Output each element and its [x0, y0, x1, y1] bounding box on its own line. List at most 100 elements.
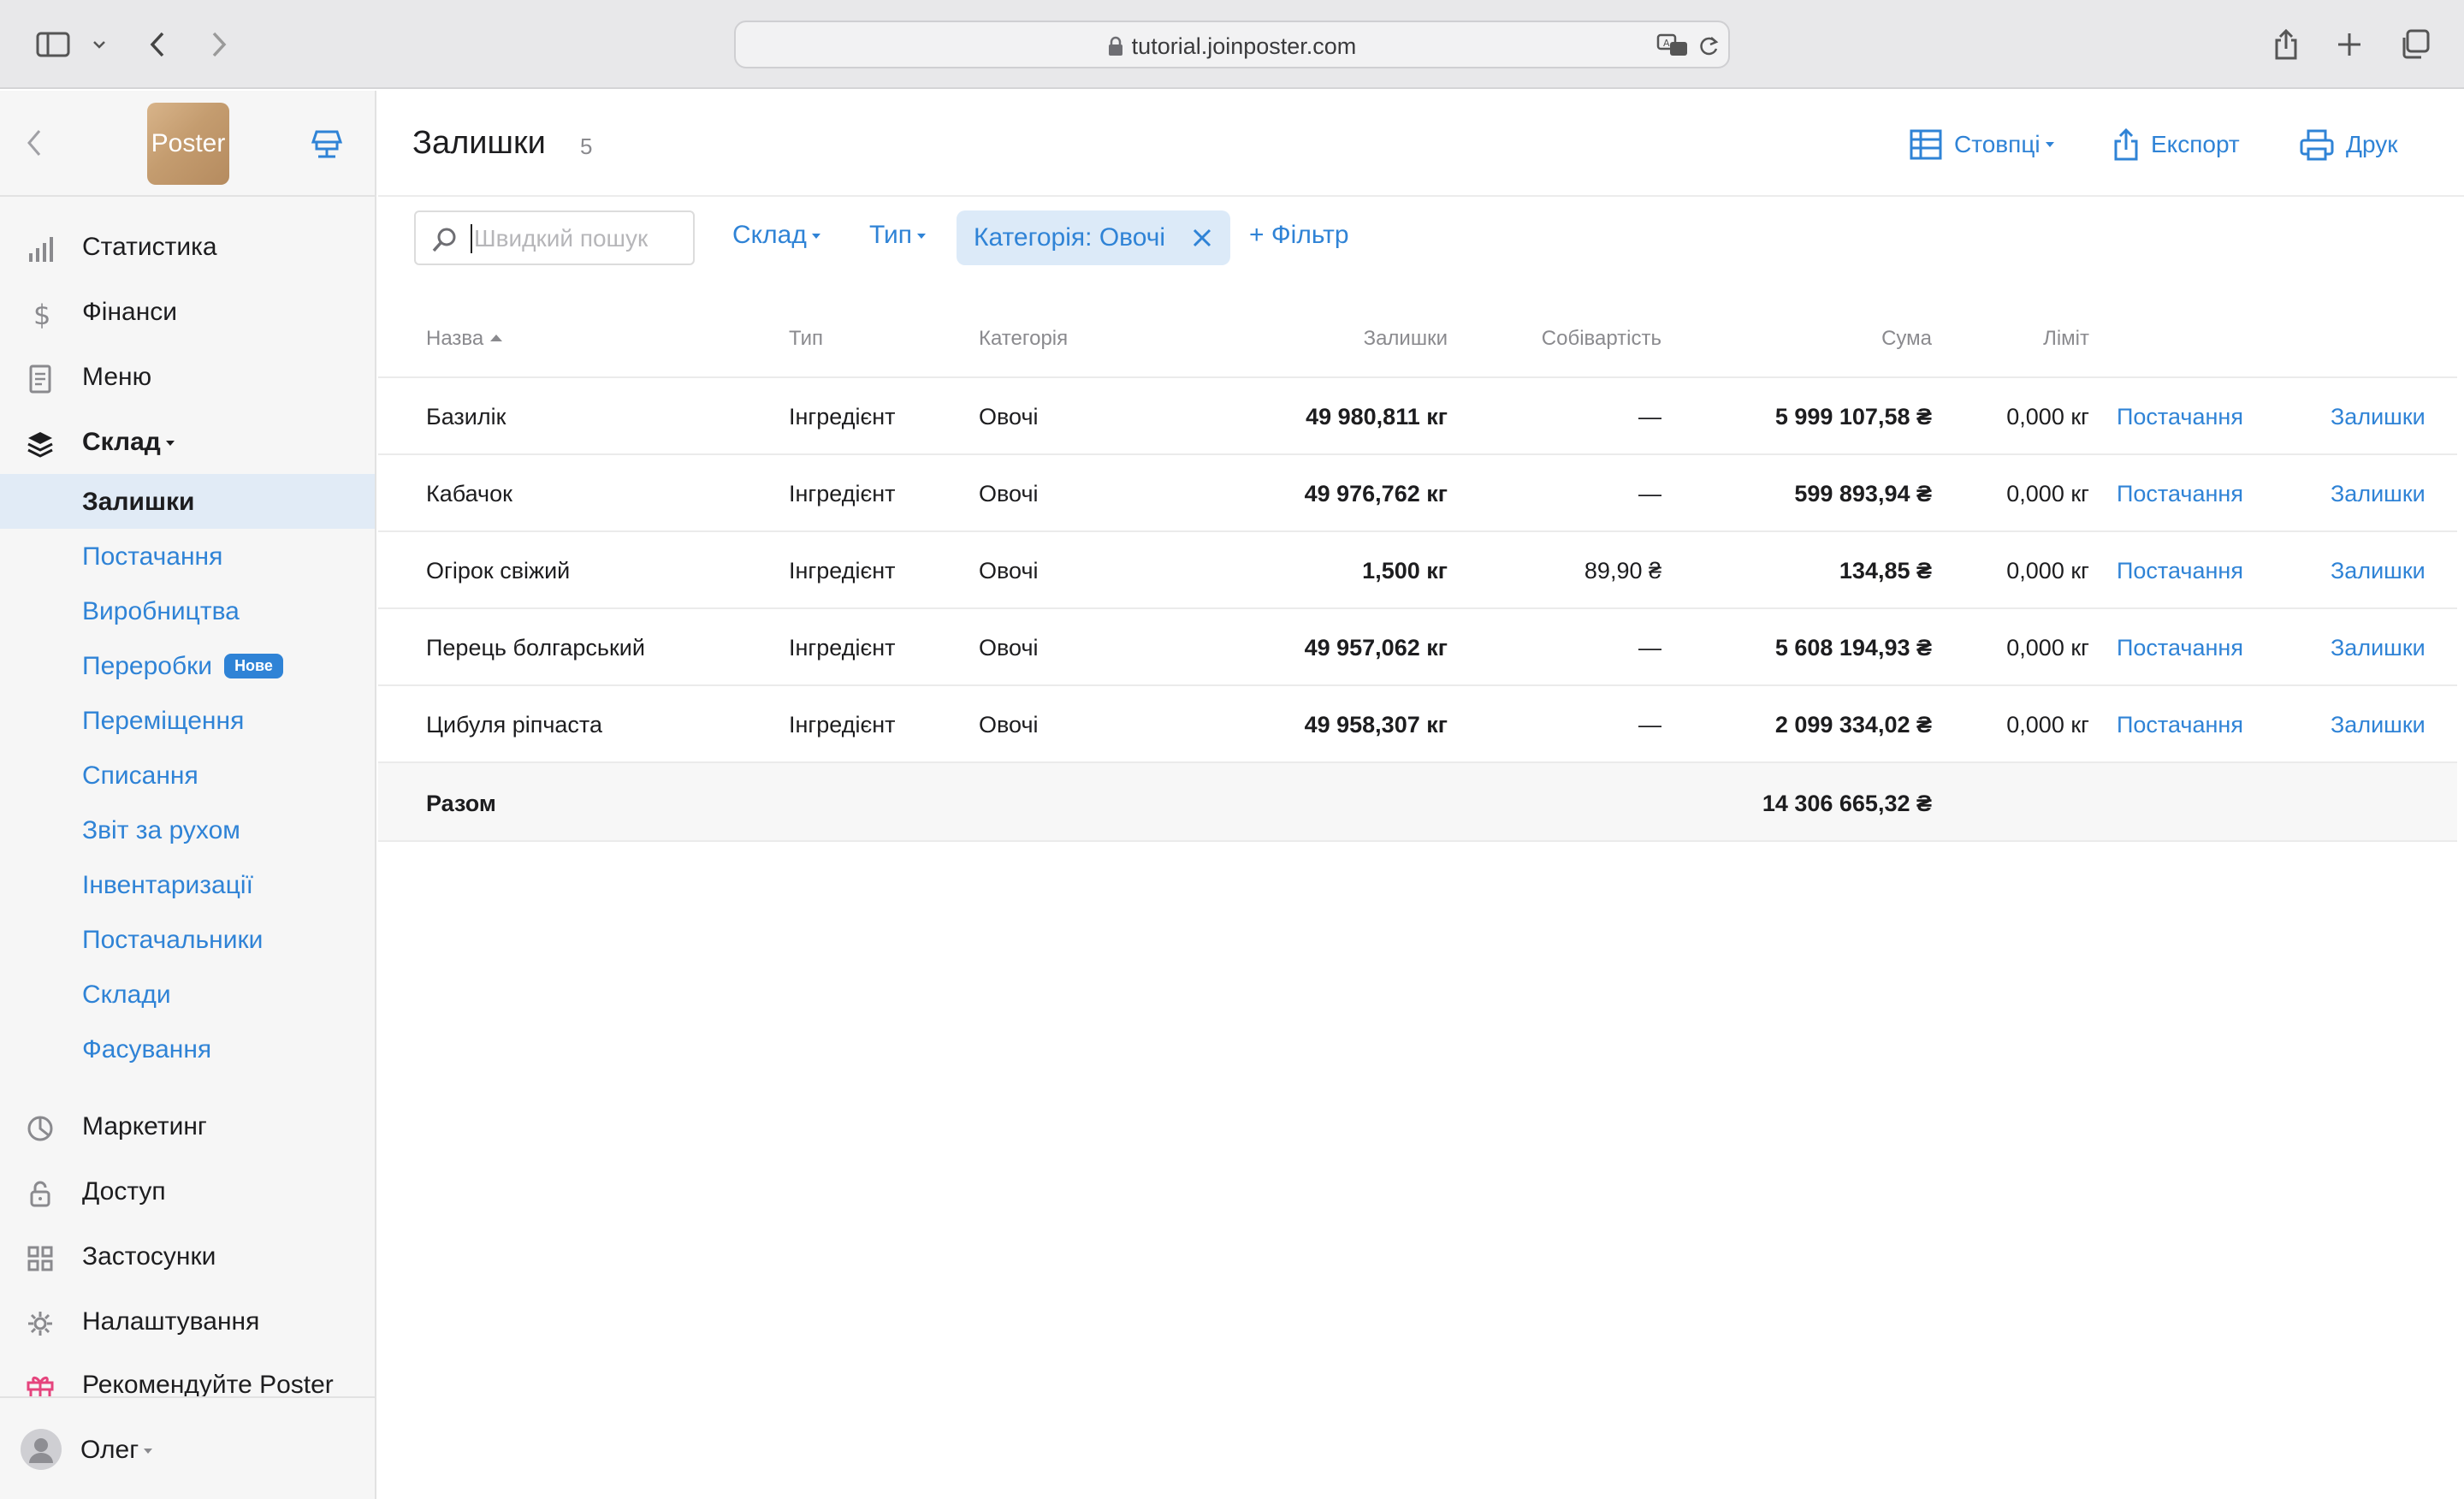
collapse-sidebar-icon[interactable]	[26, 128, 43, 157]
cell-stock: 1,500 кг	[1362, 558, 1448, 584]
sidebar-item-menu[interactable]: Меню	[0, 347, 375, 407]
column-header-category[interactable]: Категорія	[979, 327, 1068, 351]
warehouse-filter-dropdown[interactable]: Склад	[732, 221, 820, 250]
sidebar-subitem-supplies[interactable]: Постачання	[0, 529, 375, 584]
translate-icon[interactable]: A	[1656, 33, 1691, 57]
sidebar-subitem-label: Фасування	[82, 1035, 212, 1064]
sidebar-item-marketing[interactable]: Маркетинг	[0, 1097, 375, 1157]
table-columns-icon	[1910, 129, 1954, 160]
column-header-limit[interactable]: Ліміт	[1918, 327, 2089, 351]
sidebar-subitem-suppliers[interactable]: Постачальники	[0, 912, 375, 967]
cell-sum: 599 893,94 ₴	[1794, 481, 1932, 507]
table-row[interactable]: Базилік Інгредієнт Овочі 49 980,811 кг —…	[378, 378, 2457, 455]
table-row[interactable]: Огірок свіжий Інгредієнт Овочі 1,500 кг …	[378, 532, 2457, 609]
table-row[interactable]: Перець болгарський Інгредієнт Овочі 49 9…	[378, 609, 2457, 686]
lock-icon	[1108, 36, 1123, 56]
add-filter-button[interactable]: + Фільтр	[1249, 221, 1349, 250]
category-filter-chip[interactable]: Категорія: Овочі	[957, 210, 1230, 265]
pos-terminal-icon[interactable]	[310, 128, 344, 159]
total-sum: 14 306 665,32 ₴	[1762, 791, 1932, 816]
stock-link[interactable]: Залишки	[2331, 635, 2426, 661]
table-row[interactable]: Кабачок Інгредієнт Овочі 49 976,762 кг —…	[378, 455, 2457, 532]
sidebar-subitem-packing[interactable]: Фасування	[0, 1022, 375, 1076]
search-box[interactable]	[414, 210, 695, 265]
sidebar-subitem-processing[interactable]: Переробки Нове	[0, 638, 375, 693]
sidebar-subitem-writeoffs[interactable]: Списання	[0, 748, 375, 803]
new-tab-icon[interactable]	[2334, 26, 2365, 63]
column-header-type[interactable]: Тип	[789, 327, 823, 351]
sidebar-subitem-label: Звіт за рухом	[82, 816, 240, 844]
stock-link[interactable]: Залишки	[2331, 712, 2426, 738]
cell-type: Інгредієнт	[789, 635, 896, 661]
sidebar-item-statistics[interactable]: Статистика	[0, 217, 375, 277]
supplies-link[interactable]: Постачання	[2117, 635, 2243, 661]
sidebar-subitem-productions[interactable]: Виробництва	[0, 584, 375, 638]
lock-icon	[26, 1179, 55, 1208]
sidebar-item-label: Налаштування	[82, 1307, 260, 1336]
sidebar-item-settings[interactable]: Налаштування	[0, 1292, 375, 1352]
share-icon[interactable]	[2271, 26, 2301, 63]
avatar	[21, 1429, 62, 1470]
sidebar-item-label: Доступ	[82, 1177, 166, 1206]
address-bar[interactable]: tutorial.joinposter.com A	[734, 21, 1730, 68]
chevron-down-icon[interactable]	[89, 26, 110, 63]
cell-category: Овочі	[979, 712, 1039, 738]
sidebar-subitem-label: Інвентаризації	[82, 871, 253, 899]
main-content: Залишки 5 Стовпці Експорт Друк Скла	[378, 91, 2464, 1499]
supplies-link[interactable]: Постачання	[2117, 404, 2243, 430]
sidebar-toggle-icon[interactable]	[33, 26, 74, 63]
column-header-stock[interactable]: Залишки	[1319, 327, 1448, 351]
printer-icon	[2300, 128, 2346, 161]
cell-stock: 49 957,062 кг	[1304, 635, 1448, 661]
stock-link[interactable]: Залишки	[2331, 404, 2426, 430]
sidebar-subitem-warehouses[interactable]: Склади	[0, 967, 375, 1022]
cell-stock: 49 958,307 кг	[1304, 712, 1448, 738]
stock-link[interactable]: Залишки	[2331, 481, 2426, 507]
back-icon[interactable]	[144, 26, 171, 63]
sidebar-item-warehouse[interactable]: Склад	[0, 412, 375, 472]
sidebar-subitem-stock[interactable]: Залишки	[0, 474, 375, 529]
sidebar-subitem-label: Склади	[82, 981, 171, 1009]
search-icon	[431, 226, 459, 253]
tabs-overview-icon[interactable]	[2397, 26, 2431, 63]
total-label: Разом	[426, 791, 496, 816]
new-badge: Нове	[224, 654, 283, 678]
column-header-sum[interactable]: Сума	[1761, 327, 1932, 351]
sidebar-subitem-label: Постачальники	[82, 926, 264, 954]
poster-logo[interactable]: Poster	[147, 103, 229, 185]
sidebar-subitem-inventories[interactable]: Інвентаризації	[0, 857, 375, 912]
sidebar-item-label: Склад	[82, 428, 175, 457]
sidebar-header: Poster	[0, 91, 375, 197]
search-input[interactable]	[474, 224, 688, 253]
page-title: Залишки	[412, 125, 546, 161]
sidebar-item-access[interactable]: Доступ	[0, 1162, 375, 1222]
forward-icon[interactable]	[205, 26, 233, 63]
cell-category: Овочі	[979, 635, 1039, 661]
sidebar-subitem-movement-report[interactable]: Звіт за рухом	[0, 803, 375, 857]
caret-down-icon	[2045, 142, 2054, 147]
stock-link[interactable]: Залишки	[2331, 558, 2426, 584]
sidebar-item-finance[interactable]: $ Фінанси	[0, 282, 375, 342]
sidebar-item-apps[interactable]: Застосунки	[0, 1227, 375, 1287]
close-icon[interactable]	[1191, 227, 1213, 249]
column-header-name[interactable]: Назва	[426, 327, 503, 351]
export-button[interactable]: Експорт	[2113, 125, 2240, 164]
sidebar-item-label: Маркетинг	[82, 1112, 207, 1141]
sidebar-subitem-transfers[interactable]: Переміщення	[0, 693, 375, 748]
table-row[interactable]: Цибуля ріпчаста Інгредієнт Овочі 49 958,…	[378, 686, 2457, 763]
columns-button[interactable]: Стовпці	[1910, 125, 2054, 164]
supplies-link[interactable]: Постачання	[2117, 558, 2243, 584]
type-filter-dropdown[interactable]: Тип	[869, 221, 927, 250]
supplies-link[interactable]: Постачання	[2117, 712, 2243, 738]
browser-toolbar: tutorial.joinposter.com A	[0, 0, 2464, 89]
user-menu[interactable]: Олег	[0, 1396, 375, 1499]
reload-icon[interactable]	[1697, 34, 1720, 58]
sidebar-item-label: Фінанси	[82, 298, 178, 326]
caret-down-icon	[144, 1449, 153, 1454]
table-total-row: Разом 14 306 665,32 ₴	[378, 763, 2457, 842]
column-header-cost[interactable]: Собівартість	[1490, 327, 1661, 351]
sidebar-subitem-label: Списання	[82, 761, 198, 790]
supplies-link[interactable]: Постачання	[2117, 481, 2243, 507]
print-button[interactable]: Друк	[2300, 125, 2397, 164]
sidebar-subitem-label: Залишки	[82, 488, 195, 516]
